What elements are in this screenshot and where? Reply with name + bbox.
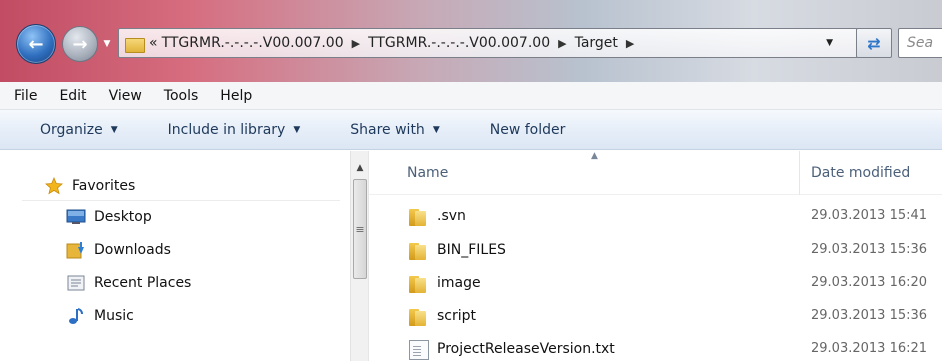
menu-tools[interactable]: Tools (164, 88, 199, 104)
arrow-left-icon: ← (28, 33, 44, 55)
file-name: .svn (437, 208, 466, 224)
address-dropdown-icon[interactable]: ▼ (826, 38, 833, 48)
breadcrumb-item[interactable]: TTGRMR.-.-.-.-.V00.007.00 (368, 35, 550, 51)
sidebar-item-music[interactable]: Music (66, 302, 134, 330)
breadcrumb-arrow-icon[interactable]: ▶ (626, 37, 634, 50)
column-divider[interactable] (799, 151, 800, 195)
organize-button[interactable]: Organize ▼ (40, 122, 118, 138)
forward-button[interactable]: → (62, 26, 98, 62)
search-input[interactable]: Sea (898, 28, 942, 58)
star-icon (44, 176, 64, 195)
breadcrumb-item[interactable]: TTGRMR.-.-.-.-.V00.007.00 (162, 35, 344, 51)
file-date: 29.03.2013 16:20 (811, 275, 928, 290)
breadcrumb-overflow[interactable]: « (149, 35, 158, 51)
navigation-scrollbar[interactable]: ▲ ≡ (350, 151, 368, 361)
file-name: ProjectReleaseVersion.txt (437, 341, 615, 357)
file-row[interactable]: ProjectReleaseVersion.txt 29.03.2013 16:… (369, 334, 942, 361)
file-list: ▲ Name Date modified .svn 29.03.2013 15:… (368, 151, 942, 361)
column-header-row: ▲ Name Date modified (369, 151, 942, 195)
scrollbar-thumb[interactable]: ≡ (353, 179, 367, 279)
file-date: 29.03.2013 15:36 (811, 242, 928, 257)
text-file-icon (409, 340, 429, 360)
share-with-label: Share with (350, 121, 425, 138)
folder-icon (407, 307, 427, 327)
folder-icon (407, 274, 427, 294)
sidebar-item-label: Recent Places (94, 275, 192, 291)
refresh-button[interactable]: ⇄ (856, 28, 892, 58)
refresh-icon: ⇄ (867, 33, 881, 53)
recent-places-icon (66, 274, 86, 292)
breadcrumb-item[interactable]: Target (575, 35, 618, 51)
back-button[interactable]: ← (16, 24, 56, 64)
arrow-right-icon: → (72, 33, 88, 55)
folder-icon (407, 241, 427, 261)
navigation-pane: Favorites Desktop Downloads Recent Place… (0, 151, 350, 361)
title-bar: ← → ▼ « TTGRMR.-.-.-.-.V00.007.00 ▶ TTGR… (0, 0, 942, 82)
sort-ascending-icon: ▲ (591, 151, 598, 161)
downloads-icon (66, 241, 86, 259)
include-in-library-label: Include in library (167, 121, 286, 138)
chevron-down-icon: ▼ (110, 124, 118, 135)
sidebar-item-label: Desktop (94, 209, 152, 225)
music-note-icon (66, 307, 86, 325)
file-date: 29.03.2013 15:36 (811, 308, 928, 323)
include-in-library-button[interactable]: Include in library ▼ (168, 122, 301, 138)
menu-edit[interactable]: Edit (59, 88, 86, 104)
organize-label: Organize (40, 121, 103, 138)
recent-pages-dropdown[interactable]: ▼ (100, 34, 114, 54)
file-row[interactable]: image 29.03.2013 16:20 (369, 268, 942, 301)
file-row[interactable]: script 29.03.2013 15:36 (369, 301, 942, 334)
desktop-icon (66, 208, 86, 226)
menu-file[interactable]: File (14, 88, 37, 104)
share-with-button[interactable]: Share with ▼ (350, 122, 439, 138)
file-row[interactable]: BIN_FILES 29.03.2013 15:36 (369, 235, 942, 268)
new-folder-button[interactable]: New folder (490, 122, 566, 138)
file-name: image (437, 275, 481, 291)
file-name: script (437, 308, 477, 324)
sidebar-item-favorites[interactable]: Favorites (22, 171, 340, 201)
menu-view[interactable]: View (109, 88, 142, 104)
folder-icon (407, 207, 427, 227)
sidebar-item-label: Music (94, 308, 134, 324)
column-header-name[interactable]: Name (407, 165, 448, 181)
sidebar-item-recent-places[interactable]: Recent Places (66, 269, 191, 297)
chevron-down-icon: ▼ (432, 124, 440, 135)
address-bar[interactable]: « TTGRMR.-.-.-.-.V00.007.00 ▶ TTGRMR.-.-… (118, 28, 858, 58)
file-row[interactable]: .svn 29.03.2013 15:41 (369, 201, 942, 234)
menu-bar: File Edit View Tools Help (0, 82, 942, 110)
breadcrumb-arrow-icon[interactable]: ▶ (558, 37, 566, 50)
file-date: 29.03.2013 15:41 (811, 208, 928, 223)
sidebar-item-label: Downloads (94, 242, 171, 258)
sidebar-item-label: Favorites (72, 177, 136, 194)
file-date: 29.03.2013 16:21 (811, 341, 928, 356)
breadcrumb-arrow-icon[interactable]: ▶ (352, 37, 360, 50)
chevron-down-icon: ▼ (293, 124, 301, 135)
scroll-up-icon[interactable]: ▲ (351, 161, 369, 175)
sidebar-item-downloads[interactable]: Downloads (66, 236, 171, 264)
sidebar-item-desktop[interactable]: Desktop (66, 203, 152, 231)
folder-icon (125, 35, 145, 53)
column-header-date-modified[interactable]: Date modified (811, 165, 910, 181)
file-name: BIN_FILES (437, 242, 506, 258)
menu-help[interactable]: Help (220, 88, 252, 104)
command-bar: Organize ▼ Include in library ▼ Share wi… (0, 110, 942, 150)
